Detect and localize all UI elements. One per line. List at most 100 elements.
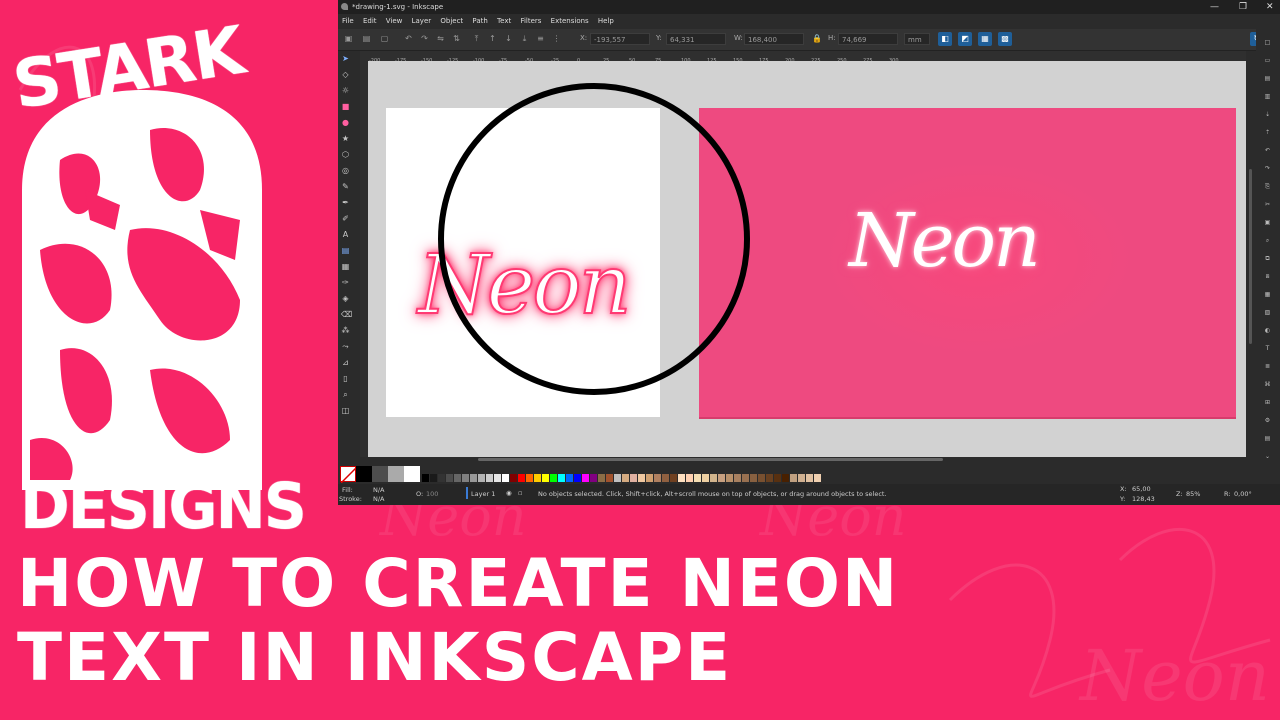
raise-icon[interactable]: ↑ [488,34,497,43]
minimize-button[interactable]: — [1210,0,1219,14]
palette-swatch[interactable] [486,474,493,482]
palette-swatch[interactable] [438,474,445,482]
scale-corners-icon[interactable]: ◩ [958,32,972,46]
eye-icon[interactable]: ◉ [506,489,512,497]
black-swatch[interactable] [356,466,372,482]
y-field[interactable]: 64,331 [666,33,726,45]
xml-editor-icon[interactable]: ⌘ [1264,381,1271,388]
text-font-icon[interactable]: T [1264,345,1271,352]
ellipse-tool-icon[interactable]: ● [341,118,350,127]
calligraphy-tool-icon[interactable]: ✐ [341,214,350,223]
eraser-tool-icon[interactable]: ⌫ [341,310,352,319]
palette-swatch[interactable] [742,474,749,482]
palette-swatch[interactable] [422,474,429,482]
deselect-icon[interactable]: ▢ [380,34,389,43]
palette-swatch[interactable] [622,474,629,482]
spray-tool-icon[interactable]: ⁂ [341,326,350,335]
palette-swatch[interactable] [662,474,669,482]
export-icon[interactable]: ⇡ [1264,129,1271,136]
palette-swatch[interactable] [638,474,645,482]
palette-swatch[interactable] [790,474,797,482]
menu-path[interactable]: Path [472,17,487,25]
no-paint-swatch[interactable] [340,466,358,484]
flip-horizontal-icon[interactable]: ⇋ [436,34,445,43]
new-document-icon[interactable]: □ [1264,39,1271,46]
palette-swatch[interactable] [590,474,597,482]
node-tool-icon[interactable]: ◇ [341,70,350,79]
layers-icon[interactable]: ≣ [1264,363,1271,370]
open-icon[interactable]: ▭ [1264,57,1271,64]
fill-value[interactable]: N/A [373,486,385,494]
align-icon[interactable]: ≡ [536,34,545,43]
palette-swatch[interactable] [670,474,677,482]
document-properties-icon[interactable]: ▤ [1264,435,1271,442]
cut-icon[interactable]: ✂ [1264,201,1271,208]
align-distribute-icon[interactable]: ⊞ [1264,399,1271,406]
find-icon[interactable]: ⌕ [1264,237,1271,244]
gradient-tool-icon[interactable]: ▤ [341,246,350,255]
duplicate-icon[interactable]: ⧉ [1264,255,1271,262]
scroll-down-icon[interactable]: ⌄ [1264,453,1271,460]
palette-swatch[interactable] [478,474,485,482]
palette-swatch[interactable] [502,474,509,482]
palette-swatch[interactable] [550,474,557,482]
palette-swatch[interactable] [646,474,653,482]
clone-icon[interactable]: ⧈ [1264,273,1271,280]
palette-swatch[interactable] [814,474,821,482]
palette-swatch[interactable] [558,474,565,482]
preferences-icon[interactable]: ⚙ [1264,417,1271,424]
neon-text-on-pink[interactable]: Neon [849,198,1041,284]
menu-text[interactable]: Text [497,17,511,25]
menu-help[interactable]: Help [598,17,614,25]
menu-file[interactable]: File [342,17,354,25]
redo-icon[interactable]: ↷ [1264,165,1271,172]
palette-swatch[interactable] [758,474,765,482]
palette-swatch[interactable] [806,474,813,482]
stroke-value[interactable]: N/A [373,495,385,503]
horizontal-scrollbar[interactable] [368,457,1246,463]
lower-to-bottom-icon[interactable]: ⤓ [520,34,529,43]
palette-swatch[interactable] [798,474,805,482]
undo-icon[interactable]: ↶ [1264,147,1271,154]
tweak-tool-icon[interactable]: ☼ [341,86,350,95]
lpe-tool-icon[interactable]: ◫ [341,406,350,415]
ungroup-icon[interactable]: ▧ [1264,309,1271,316]
palette-swatch[interactable] [470,474,477,482]
palette-swatch[interactable] [702,474,709,482]
h-field[interactable]: 74,669 [838,33,898,45]
maximize-button[interactable]: ❐ [1239,0,1247,14]
rotate-ccw-icon[interactable]: ↶ [404,34,413,43]
import-icon[interactable]: ⇣ [1264,111,1271,118]
palette-swatch[interactable] [726,474,733,482]
close-button[interactable]: ✕ [1266,0,1274,14]
select-all-icon[interactable]: ▣ [344,34,353,43]
menu-edit[interactable]: Edit [363,17,377,25]
palette-swatch[interactable] [494,474,501,482]
palette-swatch[interactable] [534,474,541,482]
mesh-tool-icon[interactable]: ▦ [341,262,350,271]
copy-icon[interactable]: ⎘ [1264,183,1271,190]
palette-swatch[interactable] [574,474,581,482]
vertical-scroll-thumb[interactable] [1249,169,1252,344]
star-tool-icon[interactable]: ★ [341,134,350,143]
dark-gray-swatch[interactable] [372,466,388,482]
select-all-layers-icon[interactable]: ▤ [362,34,371,43]
spiral-tool-icon[interactable]: ◎ [341,166,350,175]
palette-swatch[interactable] [526,474,533,482]
raise-to-top-icon[interactable]: ⤒ [472,34,481,43]
pencil-tool-icon[interactable]: ✎ [341,182,350,191]
x-field[interactable]: -193,557 [590,33,650,45]
measure-tool-icon[interactable]: ⊿ [341,358,350,367]
group-icon[interactable]: ▦ [1264,291,1271,298]
zoom-value[interactable]: 85% [1186,490,1200,498]
connector-tool-icon[interactable]: ⤳ [341,342,350,351]
palette-swatch[interactable] [462,474,469,482]
palette-swatch[interactable] [542,474,549,482]
palette-swatch[interactable] [606,474,613,482]
gray-swatch[interactable] [388,466,404,482]
menu-layer[interactable]: Layer [412,17,432,25]
save-icon[interactable]: ▤ [1264,75,1271,82]
palette-swatch[interactable] [710,474,717,482]
move-patterns-icon[interactable]: ▩ [998,32,1012,46]
palette-swatch[interactable] [454,474,461,482]
